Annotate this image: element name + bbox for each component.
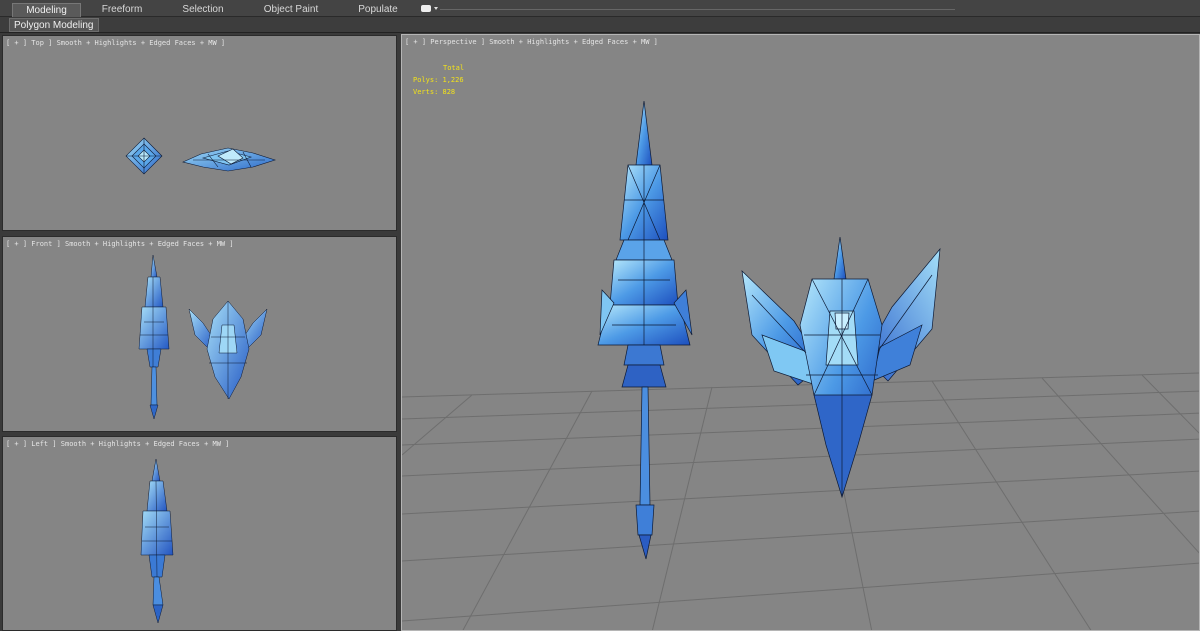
- stats-total-label: Total: [443, 64, 465, 72]
- ribbon-panel-bar: Polygon Modeling: [0, 17, 1200, 33]
- polygon-modeling-panel-button[interactable]: Polygon Modeling: [9, 18, 99, 32]
- viewport-label-left[interactable]: [ + ] Left ] Smooth + Highlights + Edged…: [6, 440, 229, 448]
- tab-freeform[interactable]: Freeform: [92, 3, 152, 17]
- spear-top-view: [125, 137, 163, 175]
- viewport-label-top[interactable]: [ + ] Top ] Smooth + Highlights + Edged …: [6, 39, 225, 47]
- ribbon-divider: [440, 9, 955, 10]
- tab-object-paint[interactable]: Object Paint: [255, 3, 327, 17]
- viewport-perspective[interactable]: [ + ] Perspective ] Smooth + Highlights …: [401, 34, 1200, 631]
- front-view-canvas: [138, 254, 268, 420]
- viewport-label-front[interactable]: [ + ] Front ] Smooth + Highlights + Edge…: [6, 240, 234, 248]
- spear-left-view: [140, 458, 174, 624]
- chevron-down-icon: [434, 7, 438, 10]
- angel-statue-model: [741, 236, 941, 499]
- scene-statistics: Total Polys: 1,226 Verts: 828: [413, 62, 464, 98]
- spear-front-view: [138, 254, 170, 420]
- tab-selection[interactable]: Selection: [172, 3, 234, 17]
- viewport-top[interactable]: [ + ] Top ] Smooth + Highlights + Edged …: [2, 35, 397, 231]
- home-grid: [402, 372, 1199, 630]
- perspective-view-canvas: [402, 100, 1199, 630]
- stats-verts: Verts: 828: [413, 88, 456, 96]
- 3ds-max-window: Modeling Freeform Selection Object Paint…: [0, 0, 1200, 631]
- spear-model: [597, 100, 693, 560]
- left-view-canvas: [140, 458, 174, 624]
- viewport-left[interactable]: [ + ] Left ] Smooth + Highlights + Edged…: [2, 436, 397, 631]
- ribbon-tab-bar: Modeling Freeform Selection Object Paint…: [0, 0, 1200, 17]
- ribbon-display-icon: [421, 5, 431, 12]
- tab-modeling[interactable]: Modeling: [12, 3, 81, 17]
- tab-populate[interactable]: Populate: [350, 3, 406, 17]
- viewport-front[interactable]: [ + ] Front ] Smooth + Highlights + Edge…: [2, 236, 397, 432]
- viewport-label-perspective[interactable]: [ + ] Perspective ] Smooth + Highlights …: [405, 38, 658, 46]
- stats-polys: Polys: 1,226: [413, 76, 464, 84]
- top-view-canvas: [125, 137, 276, 175]
- statue-top-view: [182, 147, 276, 172]
- ribbon-display-dropdown[interactable]: [420, 4, 440, 14]
- statue-front-view: [188, 300, 268, 400]
